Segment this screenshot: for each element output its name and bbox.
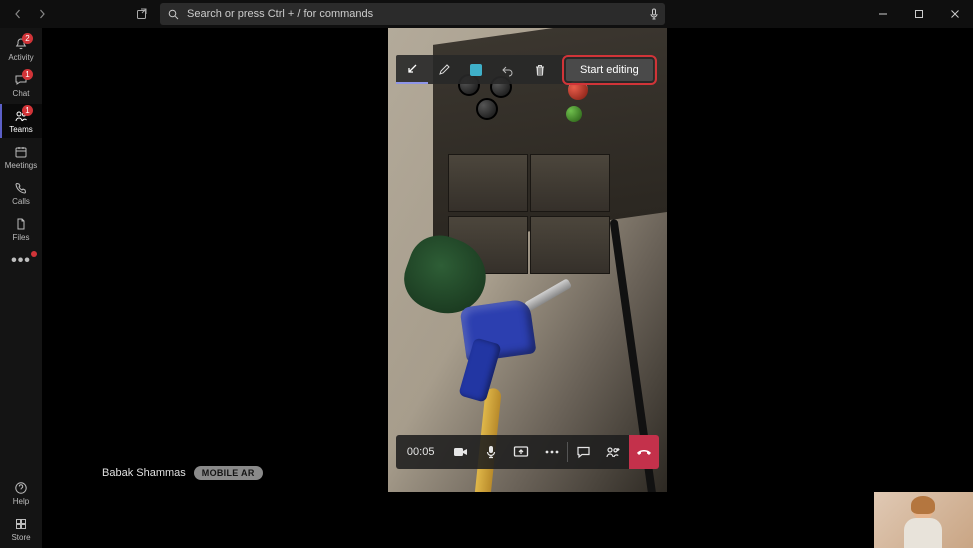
- participant-name: Babak Shammas: [102, 467, 186, 479]
- camera-toggle[interactable]: [445, 435, 475, 469]
- arrow-tool[interactable]: [396, 55, 428, 84]
- share-screen[interactable]: [506, 435, 536, 469]
- phone-icon: [14, 180, 28, 196]
- rail-label: Activity: [8, 54, 33, 62]
- rail-meetings[interactable]: Meetings: [0, 140, 42, 174]
- notification-dot: [31, 251, 37, 257]
- rail-label: Meetings: [5, 162, 37, 170]
- badge: 1: [22, 69, 33, 80]
- file-icon: [14, 216, 28, 232]
- color-swatch[interactable]: [460, 55, 492, 84]
- call-controls: 00:05: [396, 435, 659, 469]
- rail-store[interactable]: Store: [0, 512, 42, 546]
- participant-nametag: Babak Shammas MOBILE AR: [102, 466, 263, 480]
- rail-label: Calls: [12, 198, 30, 206]
- rail-label: Help: [13, 498, 29, 506]
- calendar-icon: [14, 144, 28, 160]
- show-participants[interactable]: [598, 435, 628, 469]
- rail-label: Teams: [9, 126, 33, 134]
- minimize-button[interactable]: [865, 0, 901, 28]
- meeting-stage: Start editing Babak Shammas MOBILE AR 00…: [42, 28, 973, 548]
- badge: 2: [22, 33, 33, 44]
- rail-label: Store: [11, 534, 30, 542]
- call-duration: 00:05: [396, 446, 445, 458]
- close-button[interactable]: [937, 0, 973, 28]
- show-chat[interactable]: [568, 435, 598, 469]
- start-editing-label: Start editing: [580, 64, 639, 76]
- title-bar: Search or press Ctrl + / for commands: [0, 0, 973, 28]
- mic-icon[interactable]: [649, 8, 659, 20]
- self-view[interactable]: [874, 492, 973, 548]
- back-button[interactable]: [6, 2, 30, 26]
- search-icon: [168, 9, 179, 20]
- rail-help[interactable]: Help: [0, 476, 42, 510]
- rail-teams[interactable]: 1 Teams: [0, 104, 42, 138]
- rail-chat[interactable]: 1 Chat: [0, 68, 42, 102]
- maximize-button[interactable]: [901, 0, 937, 28]
- rail-activity[interactable]: 2 Activity: [0, 32, 42, 66]
- more-actions[interactable]: [537, 435, 567, 469]
- rail-more[interactable]: •••: [11, 252, 31, 270]
- annotation-toolbar: Start editing: [396, 55, 654, 84]
- delete-button[interactable]: [524, 55, 556, 84]
- undo-button[interactable]: [492, 55, 524, 84]
- start-editing-button[interactable]: Start editing: [566, 59, 653, 81]
- rail-calls[interactable]: Calls: [0, 176, 42, 210]
- hang-up-button[interactable]: [629, 435, 659, 469]
- rail-files[interactable]: Files: [0, 212, 42, 246]
- remote-video: [388, 28, 667, 492]
- store-icon: [14, 516, 28, 532]
- search-placeholder: Search or press Ctrl + / for commands: [187, 8, 373, 20]
- participant-tag: MOBILE AR: [194, 466, 263, 480]
- help-icon: [14, 480, 28, 496]
- app-rail: 2 Activity 1 Chat 1 Teams Meetings Calls…: [0, 28, 42, 548]
- rail-label: Chat: [13, 90, 30, 98]
- badge: 1: [22, 105, 33, 116]
- popout-icon[interactable]: [130, 2, 154, 26]
- mic-toggle[interactable]: [476, 435, 506, 469]
- rail-label: Files: [13, 234, 30, 242]
- search-input[interactable]: Search or press Ctrl + / for commands: [160, 3, 665, 25]
- forward-button[interactable]: [30, 2, 54, 26]
- pen-tool[interactable]: [428, 55, 460, 84]
